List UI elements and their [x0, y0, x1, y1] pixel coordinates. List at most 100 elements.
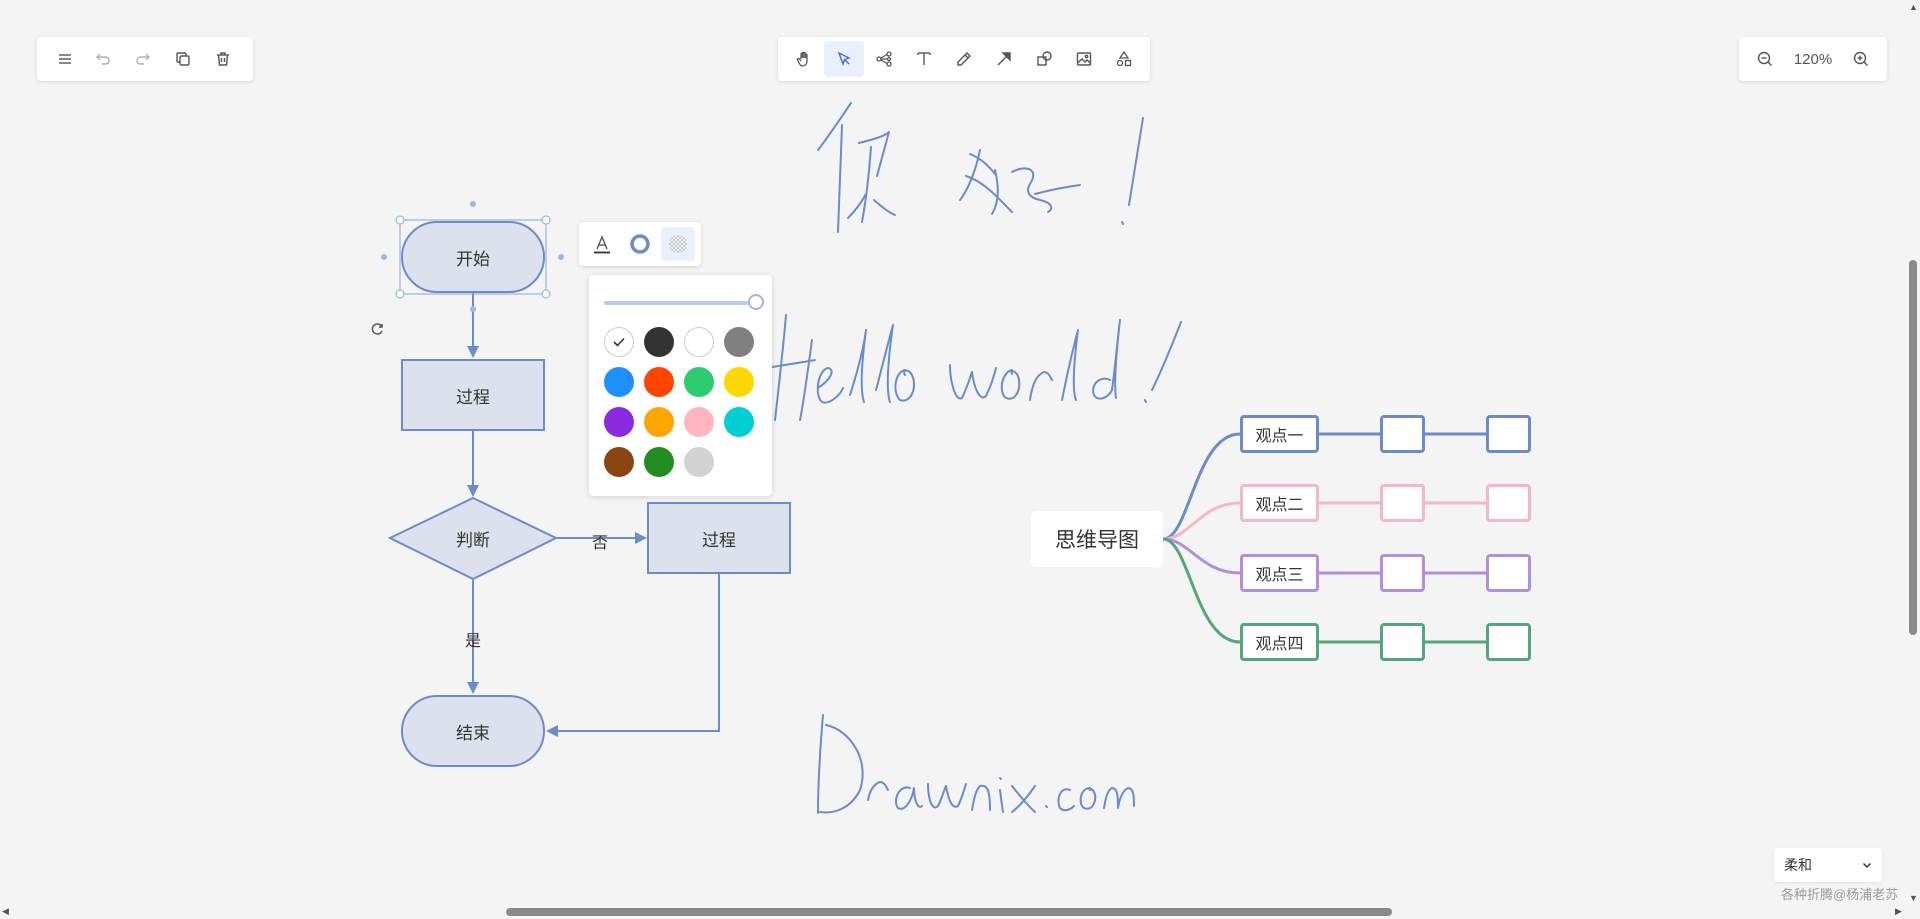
redo-icon — [136, 53, 150, 65]
swatch-blue[interactable] — [604, 367, 634, 397]
end-node[interactable]: 结束 — [402, 696, 544, 766]
mindmap-leaf[interactable] — [1380, 554, 1425, 592]
hand-icon — [796, 51, 808, 67]
select-tool[interactable] — [824, 41, 864, 77]
watermark-text: 各种折腾@杨浦老苏 — [1781, 887, 1899, 902]
element-popup-toolbar — [579, 222, 701, 266]
arrow-icon — [997, 52, 1011, 66]
font-color-button[interactable] — [585, 227, 619, 261]
fill-transparent-icon — [669, 235, 687, 253]
zoom-in-icon — [1853, 51, 1868, 66]
swatch-purple[interactable] — [604, 407, 634, 437]
start-node[interactable]: 开始 — [402, 222, 544, 292]
image-tool[interactable] — [1064, 41, 1104, 77]
drawing-toolbar — [778, 37, 1150, 81]
scroll-left-arrow-icon[interactable]: ◀ — [2, 906, 9, 917]
zoom-in-button[interactable] — [1843, 41, 1879, 77]
mindmap-leaf[interactable] — [1380, 415, 1425, 453]
mindmap-tool[interactable] — [864, 41, 904, 77]
swatch-orange[interactable] — [644, 407, 674, 437]
theme-select-value: 柔和 — [1784, 857, 1812, 873]
stroke-color-icon — [630, 234, 650, 254]
mindmap-leaf[interactable] — [1486, 484, 1531, 522]
edge-label-no: 否 — [592, 535, 609, 552]
mindmap-branch-4[interactable]: 观点四 — [1240, 623, 1319, 661]
mindmap-leaf[interactable] — [1486, 415, 1531, 453]
menu-button[interactable] — [47, 41, 83, 77]
shape-tool[interactable] — [1024, 41, 1064, 77]
swatch-transparent[interactable] — [604, 327, 634, 357]
zoom-level[interactable]: 120% — [1783, 51, 1843, 68]
delete-button[interactable] — [203, 41, 243, 77]
mindmap-root[interactable]: 思维导图 — [1031, 511, 1163, 567]
scroll-down-arrow-icon[interactable]: ▼ — [1909, 893, 1918, 903]
swatch-dark-green[interactable] — [644, 447, 674, 477]
chevron-down-icon — [1862, 862, 1872, 869]
mindmap-leaf[interactable] — [1380, 623, 1425, 661]
swatch-pink[interactable] — [684, 407, 714, 437]
theme-select[interactable]: 柔和 — [1774, 848, 1882, 882]
mindmap-branch-2[interactable]: 观点二 — [1240, 484, 1319, 522]
swatch-cyan[interactable] — [724, 407, 754, 437]
shape-icon — [1037, 51, 1052, 66]
handwriting-drawnix[interactable] — [817, 714, 1135, 814]
text-tool[interactable] — [904, 41, 944, 77]
pen-icon — [957, 52, 971, 66]
swatch-light-gray[interactable] — [684, 447, 714, 477]
undo-button[interactable] — [83, 41, 123, 77]
horizontal-scrollbar-thumb[interactable] — [506, 908, 1392, 916]
fill-color-button[interactable] — [661, 227, 695, 261]
swatch-gray[interactable] — [724, 327, 754, 357]
pen-tool[interactable] — [944, 41, 984, 77]
stroke-color-button[interactable] — [623, 227, 657, 261]
redo-button[interactable] — [123, 41, 163, 77]
zoom-out-icon — [1757, 51, 1772, 66]
process-node[interactable]: 过程 — [402, 360, 544, 430]
check-icon — [613, 337, 625, 347]
arrow-tool[interactable] — [984, 41, 1024, 77]
mindmap-connectors — [1162, 432, 1486, 644]
mindmap-branch-3[interactable]: 观点三 — [1240, 554, 1319, 592]
swatch-red[interactable] — [644, 367, 674, 397]
trash-icon — [217, 52, 229, 66]
mindmap-leaf[interactable] — [1486, 623, 1531, 661]
scroll-up-arrow-icon[interactable]: ▲ — [1909, 2, 1918, 12]
handwriting-nihao[interactable] — [817, 102, 1144, 233]
menu-icon — [59, 54, 71, 64]
hand-tool[interactable] — [784, 41, 824, 77]
mindmap-icon — [876, 51, 892, 67]
fill-color-panel — [589, 275, 772, 496]
zoom-out-button[interactable] — [1747, 41, 1783, 77]
swatch-white[interactable] — [684, 327, 714, 357]
edge-label-yes: 是 — [465, 633, 482, 650]
mindmap-branch-1[interactable]: 观点一 — [1240, 415, 1319, 453]
mindmap-leaf[interactable] — [1380, 484, 1425, 522]
opacity-slider-thumb[interactable] — [748, 294, 764, 310]
drawing-canvas[interactable] — [0, 0, 1920, 919]
pointer-icon — [837, 51, 851, 67]
scroll-right-arrow-icon[interactable]: ▶ — [1895, 906, 1902, 917]
duplicate-icon — [176, 52, 190, 66]
swatch-green[interactable] — [684, 367, 714, 397]
app-toolbar — [37, 37, 253, 81]
duplicate-button[interactable] — [163, 41, 203, 77]
rotate-icon[interactable] — [371, 323, 383, 335]
swatch-yellow[interactable] — [724, 367, 754, 397]
image-icon — [1076, 52, 1092, 66]
font-color-icon — [594, 235, 610, 254]
swatch-brown[interactable] — [604, 447, 634, 477]
zoom-toolbar: 120% — [1739, 37, 1887, 81]
swatch-dark[interactable] — [644, 327, 674, 357]
vertical-scrollbar-thumb[interactable] — [1909, 260, 1917, 635]
extra-tools[interactable] — [1104, 41, 1144, 77]
undo-icon — [96, 53, 110, 65]
decision-node[interactable]: 判断 — [402, 503, 544, 573]
edge-process2-end — [546, 574, 720, 737]
opacity-slider-track[interactable] — [604, 301, 754, 305]
mindmap-leaf[interactable] — [1486, 554, 1531, 592]
color-swatches — [604, 327, 754, 477]
text-icon — [917, 52, 931, 65]
extra-tools-icon — [1116, 50, 1132, 67]
handwriting-hello[interactable] — [771, 314, 1182, 421]
process2-node[interactable]: 过程 — [648, 503, 790, 573]
